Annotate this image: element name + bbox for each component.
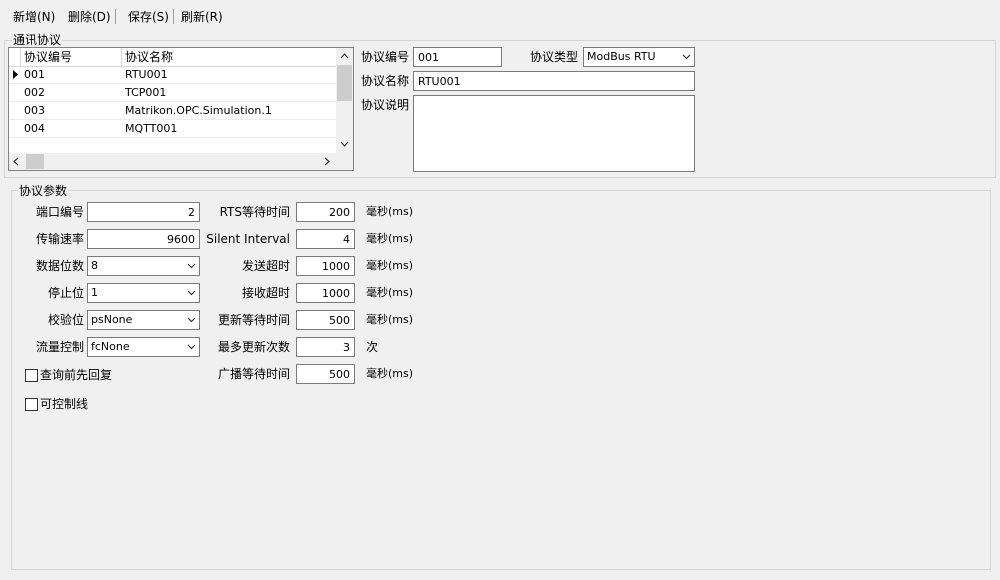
vertical-scrollbar[interactable] (336, 48, 353, 153)
vertical-scrollbar-graphic (337, 53, 352, 147)
recv-timeout-unit: 毫秒(ms) (366, 286, 414, 299)
scroll-thumb (26, 154, 44, 169)
grid-header-indicator (9, 48, 21, 66)
chevron-up-icon (340, 53, 349, 59)
cell-protocol-name: TCP001 (125, 86, 167, 99)
chevron-down-icon (187, 263, 196, 269)
chevron-down-icon (187, 317, 196, 323)
flow-select[interactable]: fcNone (87, 337, 200, 357)
protocol-group-title: 通讯协议 (12, 33, 63, 47)
silent-interval-label: Silent Interval (206, 232, 290, 246)
params-group-title: 协议参数 (18, 184, 69, 198)
protocol-desc-textarea[interactable] (413, 95, 695, 172)
save-button[interactable]: 保存(S) (128, 8, 169, 26)
databits-label: 数据位数 (35, 259, 84, 273)
chevron-down-icon (340, 141, 349, 147)
update-wait-unit: 毫秒(ms) (366, 313, 414, 326)
port-label: 端口编号 (35, 205, 84, 219)
column-header-name[interactable]: 协议名称 (122, 48, 336, 66)
broadcast-wait-input[interactable] (296, 364, 355, 384)
horizontal-scrollbar-graphic (13, 154, 330, 169)
parity-label: 校验位 (47, 313, 84, 327)
update-wait-label: 更新等待时间 (217, 313, 290, 327)
update-wait-input[interactable] (296, 310, 355, 330)
scroll-thumb (337, 65, 352, 101)
protocol-name-label: 协议名称 (361, 74, 410, 88)
protocol-name-input[interactable] (413, 71, 695, 91)
protocol-id-input[interactable] (413, 47, 502, 67)
recv-timeout-input[interactable] (296, 283, 355, 303)
table-row[interactable]: 002 TCP001 (9, 84, 336, 102)
controllable-checkbox[interactable] (25, 398, 38, 411)
stopbits-select[interactable]: 1 (87, 283, 200, 303)
protocol-desc-label: 协议说明 (361, 98, 410, 112)
parity-select[interactable]: psNone (87, 310, 200, 330)
controllable-label: 可控制线 (40, 397, 89, 411)
grid-header: 协议编号 协议名称 (9, 48, 336, 67)
query-first-label: 查询前先回复 (40, 368, 113, 382)
silent-interval-unit: 毫秒(ms) (366, 232, 414, 245)
delete-button[interactable]: 删除(D) (68, 8, 111, 26)
table-row[interactable]: 003 Matrikon.OPC.Simulation.1 (9, 102, 336, 120)
add-button[interactable]: 新增(N) (13, 8, 55, 26)
send-timeout-label: 发送超时 (241, 259, 290, 273)
cell-protocol-id: 002 (24, 86, 45, 99)
recv-timeout-label: 接收超时 (241, 286, 290, 300)
cell-protocol-id: 001 (24, 68, 45, 81)
protocol-type-select[interactable]: ModBus RTU (583, 47, 695, 67)
baud-label: 传输速率 (35, 232, 84, 246)
port-input[interactable] (87, 202, 200, 222)
send-timeout-input[interactable] (296, 256, 355, 276)
rts-wait-label: RTS等待时间 (219, 205, 290, 219)
cell-protocol-name: RTU001 (125, 68, 168, 81)
cell-protocol-name: MQTT001 (125, 122, 178, 135)
query-first-checkbox[interactable] (25, 369, 38, 382)
chevron-down-icon (187, 344, 196, 350)
flow-label: 流量控制 (35, 340, 84, 354)
broadcast-wait-unit: 毫秒(ms) (366, 367, 414, 380)
scrollbar-corner (336, 153, 353, 170)
baud-input[interactable] (87, 229, 200, 249)
chevron-right-icon (324, 157, 330, 166)
toolbar-separator (173, 9, 174, 24)
stopbits-label: 停止位 (47, 286, 84, 300)
horizontal-scrollbar[interactable] (9, 153, 336, 170)
protocol-type-label: 协议类型 (530, 50, 579, 64)
rts-wait-input[interactable] (296, 202, 355, 222)
cell-protocol-id: 004 (24, 122, 45, 135)
chevron-left-icon (13, 157, 19, 166)
column-header-id[interactable]: 协议编号 (21, 48, 122, 66)
protocol-id-label: 协议编号 (361, 50, 410, 64)
rts-wait-unit: 毫秒(ms) (366, 205, 414, 218)
max-update-unit: 次 (366, 340, 379, 354)
cell-protocol-id: 003 (24, 104, 45, 117)
row-pointer-icon (12, 66, 20, 83)
send-timeout-unit: 毫秒(ms) (366, 259, 414, 272)
refresh-button[interactable]: 刷新(R) (181, 8, 223, 26)
chevron-down-icon (682, 54, 691, 60)
broadcast-wait-label: 广播等待时间 (217, 367, 290, 381)
max-update-label: 最多更新次数 (217, 340, 290, 354)
max-update-input[interactable] (296, 337, 355, 357)
protocol-grid[interactable]: 协议编号 协议名称 001 RTU001 002 TCP001 003 Matrikon.… (8, 47, 354, 171)
table-row[interactable]: 004 MQTT001 (9, 120, 336, 138)
table-row[interactable]: 001 RTU001 (9, 66, 336, 84)
databits-select[interactable]: 8 (87, 256, 200, 276)
toolbar-separator (115, 9, 116, 24)
cell-protocol-name: Matrikon.OPC.Simulation.1 (125, 104, 272, 117)
silent-interval-input[interactable] (296, 229, 355, 249)
chevron-down-icon (187, 290, 196, 296)
